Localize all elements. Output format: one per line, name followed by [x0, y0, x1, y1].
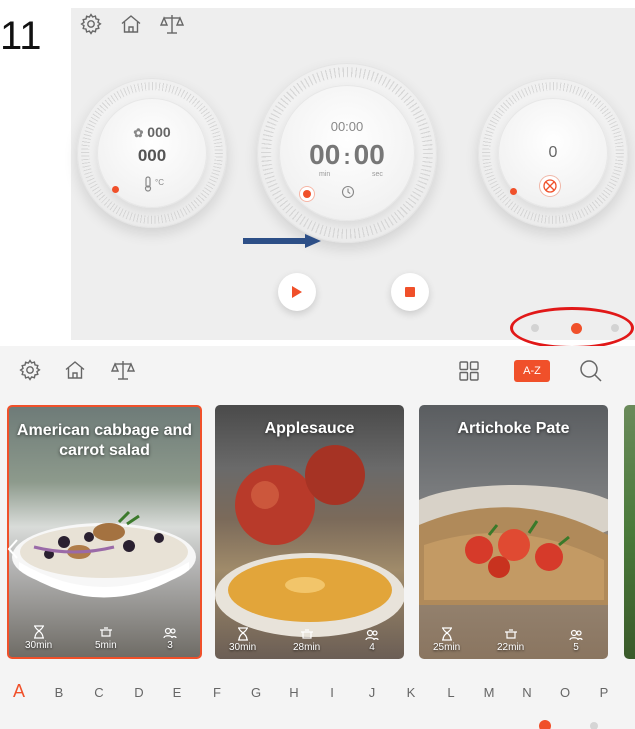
grid-view-icon[interactable]: [457, 359, 481, 388]
prep-time: 30min: [25, 625, 52, 651]
servings: 5: [569, 629, 583, 653]
hourglass-icon: [441, 627, 452, 641]
recipe-card-title: Artichoke Pate: [457, 420, 570, 437]
play-icon: [292, 286, 302, 298]
servings: 3: [163, 627, 177, 651]
top-device-screen: ✿ 000 000 °C 00:00 00:00 min sec 0: [71, 8, 635, 340]
pot-icon: [504, 629, 517, 639]
people-icon: [365, 629, 379, 641]
applesauce-image: [215, 445, 404, 637]
speed-value: 0: [548, 144, 558, 161]
letter-f[interactable]: F: [209, 685, 225, 700]
letter-m[interactable]: M: [481, 685, 497, 700]
hourglass-icon: [237, 627, 248, 641]
recipe-card-title: American cabbage and carrot salad: [16, 422, 193, 459]
pot-icon: [300, 629, 313, 639]
cook-time: 22min: [497, 629, 524, 653]
timer-sec-label: sec: [372, 171, 383, 178]
salad-bowl-image: [12, 510, 196, 598]
timer-separator: :: [343, 144, 351, 169]
letter-l[interactable]: L: [443, 685, 459, 700]
blade-icon: [540, 176, 560, 196]
timer-small-readout: 00:00: [330, 119, 364, 134]
chevron-left-icon[interactable]: [7, 538, 19, 560]
recipe-card-title: Applesauce: [264, 420, 355, 437]
timer-dial[interactable]: 00:00 00:00 min sec: [257, 63, 437, 243]
sort-az-button[interactable]: A-Z: [514, 360, 550, 382]
cook-time: 5min: [95, 627, 117, 651]
letter-e[interactable]: E: [169, 685, 185, 700]
stop-button[interactable]: [391, 273, 429, 311]
recipe-card-artichoke-pate[interactable]: Artichoke Pate 25min 22min 5: [419, 405, 608, 659]
letter-d[interactable]: D: [131, 685, 147, 700]
letter-b[interactable]: B: [51, 685, 67, 700]
people-icon: [163, 627, 177, 639]
timer-seconds: 00: [353, 139, 385, 170]
letter-c[interactable]: C: [91, 685, 107, 700]
letter-j[interactable]: J: [364, 685, 380, 700]
speed-dial[interactable]: 0: [478, 78, 628, 228]
temperature-indicator-dot: [112, 186, 119, 193]
recipe-card-applesauce[interactable]: Applesauce 30min 28min 4: [215, 405, 404, 659]
timer-indicator-dot: [303, 190, 311, 198]
step-number: 11: [0, 14, 42, 58]
timer-minutes: 00: [309, 139, 341, 170]
letter-o[interactable]: O: [557, 685, 573, 700]
recipe-card-american-cabbage[interactable]: American cabbage and carrot salad 30min …: [7, 405, 202, 659]
speed-readout: ✿ 000: [133, 124, 171, 140]
recipe-screen: A-Z American cabbage and carrot salad 30…: [0, 346, 635, 729]
stop-icon: [405, 287, 415, 297]
timer-main-readout: 00:00: [257, 139, 437, 171]
temperature-dial[interactable]: ✿ 000 000 °C: [77, 78, 227, 228]
home-icon[interactable]: [119, 12, 145, 38]
arrow-right-icon: [243, 234, 321, 248]
recipe-card-partial[interactable]: [624, 405, 635, 659]
scale-icon[interactable]: [159, 12, 185, 38]
gear-icon[interactable]: [18, 358, 42, 387]
gear-icon[interactable]: [79, 12, 105, 38]
recipe-page-dot-1-active[interactable]: [539, 720, 551, 729]
timer-min-label: min: [319, 171, 331, 178]
clock-icon: [341, 185, 355, 204]
fan-icon: ✿: [133, 126, 144, 140]
thermometer-icon: [143, 176, 153, 194]
letter-p[interactable]: P: [596, 685, 612, 700]
hourglass-icon: [33, 625, 44, 639]
letter-g[interactable]: G: [248, 685, 264, 700]
people-icon: [569, 629, 583, 641]
letter-h[interactable]: H: [286, 685, 302, 700]
prep-time: 25min: [433, 627, 460, 653]
pot-icon: [99, 627, 112, 637]
speed-indicator-dot: [510, 188, 517, 195]
play-button[interactable]: [278, 273, 316, 311]
letter-a[interactable]: A: [11, 681, 27, 702]
servings: 4: [365, 629, 379, 653]
prep-time: 30min: [229, 627, 256, 653]
letter-i[interactable]: I: [324, 685, 340, 700]
page-indicator-highlight: [510, 307, 634, 349]
temperature-unit: °C: [155, 178, 164, 187]
letter-k[interactable]: K: [403, 685, 419, 700]
temperature-value: 000: [137, 146, 167, 165]
scale-icon[interactable]: [110, 358, 136, 387]
recipe-page-dot-2[interactable]: [590, 722, 598, 729]
search-icon[interactable]: [578, 358, 604, 389]
letter-n[interactable]: N: [519, 685, 535, 700]
cook-time: 28min: [293, 629, 320, 653]
home-icon[interactable]: [63, 358, 87, 387]
